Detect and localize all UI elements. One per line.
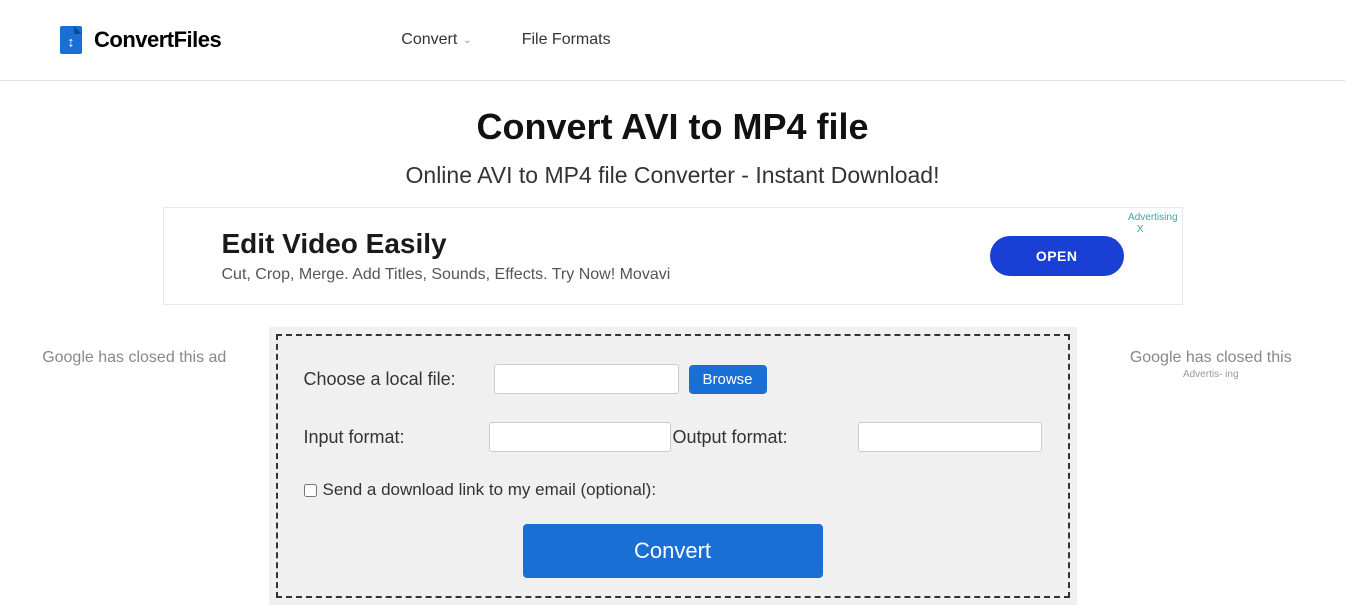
output-format-field[interactable] — [858, 422, 1041, 452]
nav: Convert ⌄ File Formats — [401, 31, 610, 49]
ad-open-button[interactable]: OPEN — [990, 236, 1124, 276]
chevron-down-icon: ⌄ — [463, 35, 471, 46]
nav-convert-label: Convert — [401, 31, 457, 49]
logo[interactable]: ConvertFiles — [60, 26, 221, 54]
input-format-field[interactable] — [489, 422, 670, 452]
side-ad-left: Google has closed this ad — [0, 327, 269, 389]
header: ConvertFiles Convert ⌄ File Formats — [0, 0, 1345, 81]
main-container: Convert AVI to MP4 file Online AVI to MP… — [0, 81, 1345, 605]
ad-label: Advertising — [1128, 212, 1177, 223]
ad-content: Edit Video Easily Cut, Crop, Merge. Add … — [222, 228, 671, 284]
ad-close-icon[interactable]: X — [1137, 224, 1144, 235]
form-box: Choose a local file: Browse Input format… — [276, 334, 1070, 598]
nav-convert[interactable]: Convert ⌄ — [401, 31, 471, 49]
email-row: Send a download link to my email (option… — [304, 480, 1042, 500]
email-checkbox[interactable] — [304, 484, 317, 497]
input-format-label: Input format: — [304, 427, 490, 448]
file-input[interactable] — [494, 364, 679, 394]
form-wrapper: Choose a local file: Browse Input format… — [269, 327, 1077, 605]
logo-icon — [60, 26, 82, 54]
logo-text: ConvertFiles — [94, 27, 221, 53]
ad-subtitle: Cut, Crop, Merge. Add Titles, Sounds, Ef… — [222, 266, 671, 284]
browse-button[interactable]: Browse — [689, 365, 767, 394]
side-ad-right: Google has closed this Advertis- ing — [1077, 327, 1345, 402]
page-subtitle: Online AVI to MP4 file Converter - Insta… — [0, 162, 1345, 189]
email-checkbox-label: Send a download link to my email (option… — [323, 480, 657, 500]
side-ad-left-text: Google has closed this ad — [10, 349, 259, 367]
file-row: Choose a local file: Browse — [304, 364, 1042, 394]
side-ad-right-small: Advertis- ing — [1087, 369, 1336, 380]
nav-file-formats-label: File Formats — [522, 31, 611, 49]
ad-banner[interactable]: Edit Video Easily Cut, Crop, Merge. Add … — [163, 207, 1183, 305]
side-ad-right-text: Google has closed this — [1087, 349, 1336, 367]
choose-file-label: Choose a local file: — [304, 369, 494, 390]
main-row: Google has closed this ad Choose a local… — [0, 327, 1345, 605]
convert-button[interactable]: Convert — [523, 524, 823, 578]
page-title: Convert AVI to MP4 file — [0, 106, 1345, 148]
nav-file-formats[interactable]: File Formats — [522, 31, 611, 49]
output-format-label: Output format: — [673, 427, 859, 448]
ad-title: Edit Video Easily — [222, 228, 671, 260]
format-row: Input format: Output format: — [304, 422, 1042, 452]
